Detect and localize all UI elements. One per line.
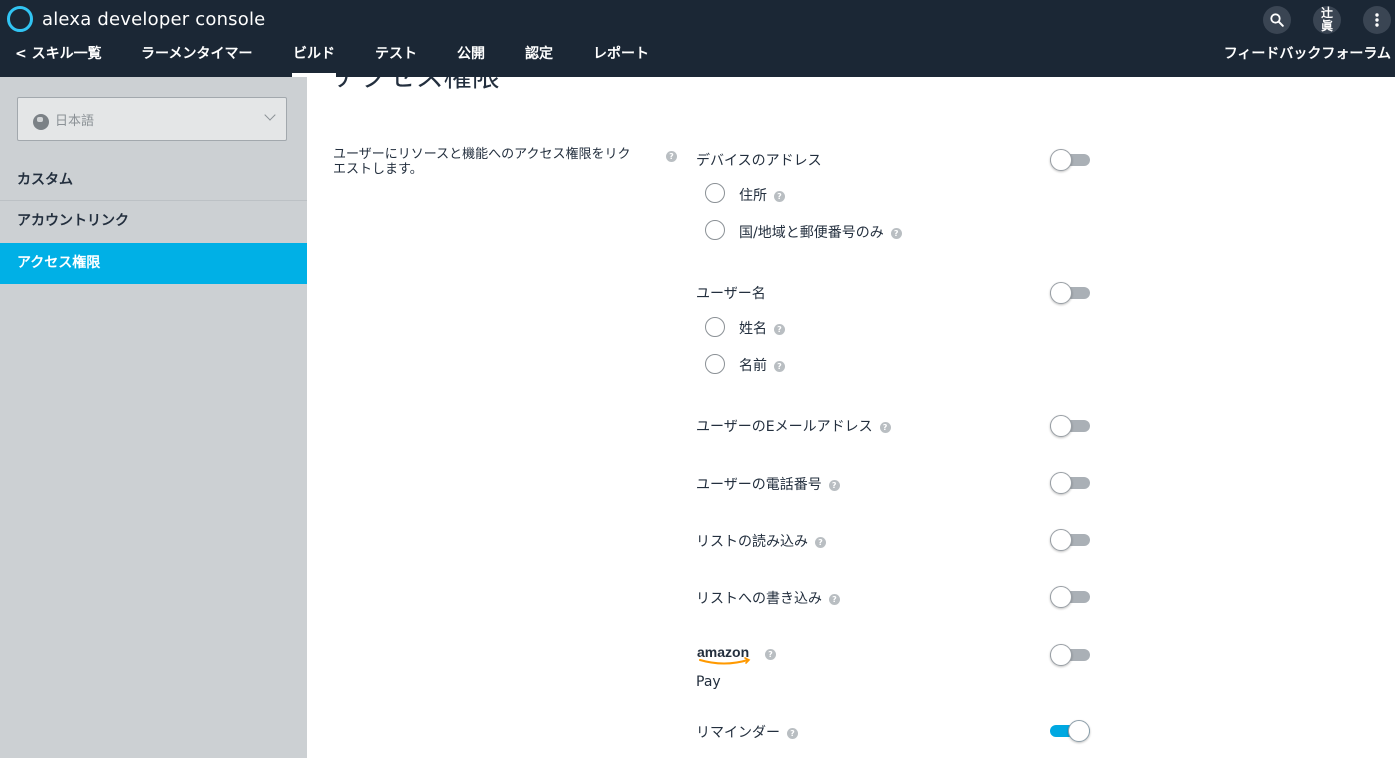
help-icon[interactable]: ?	[815, 537, 826, 548]
help-icon[interactable]: ?	[774, 324, 785, 335]
nav-skill-name[interactable]: ラーメンタイマー	[141, 44, 252, 77]
radio-country-postal-label: 国/地域と郵便番号のみ?	[739, 222, 902, 242]
perm-phone-label: ユーザーの電話番号?	[696, 474, 840, 494]
help-icon[interactable]: ?	[828, 480, 840, 491]
toggle-knob	[1050, 415, 1072, 437]
radio-full-address-label: 住所?	[739, 185, 785, 205]
toggle-knob	[1050, 586, 1072, 608]
more-vertical-icon	[1375, 13, 1379, 27]
amazon-pay-label: Pay	[696, 674, 721, 690]
toggle-knob	[1050, 644, 1072, 666]
globe-icon	[33, 114, 49, 130]
sidebar-item-custom[interactable]: カスタム	[0, 160, 307, 201]
amazon-pay-logo: amazon	[697, 644, 751, 665]
search-icon	[1270, 13, 1284, 27]
nav-tab-report[interactable]: レポート	[593, 44, 649, 77]
nav-back-skill-list[interactable]: < スキル一覧	[15, 44, 102, 77]
toggle-knob	[1050, 529, 1072, 551]
toggle-knob	[1050, 472, 1072, 494]
perm-user-name-label: ユーザー名	[696, 286, 766, 302]
amazon-logo-text: amazon	[697, 644, 749, 660]
help-icon[interactable]: ?	[774, 191, 785, 202]
perm-device-address-toggle[interactable]	[1050, 149, 1090, 171]
sidebar-item-account-linking[interactable]: アカウントリンク	[0, 201, 307, 242]
radio-full-address[interactable]	[705, 183, 725, 203]
perm-list-read-label: リストの読み込み?	[696, 531, 826, 551]
sidebar-item-permissions[interactable]: アクセス権限	[0, 243, 307, 284]
perm-reminders-toggle[interactable]	[1050, 720, 1090, 742]
nav-tab-build[interactable]: ビルド	[292, 44, 336, 77]
help-icon[interactable]: ?	[666, 151, 677, 162]
radio-full-name[interactable]	[705, 317, 725, 337]
feedback-forum-link[interactable]: フィードバックフォーラム	[1224, 44, 1391, 64]
language-select[interactable]: 日本語	[17, 97, 287, 141]
toggle-knob	[1050, 282, 1072, 304]
help-icon[interactable]: ?	[890, 228, 902, 239]
radio-full-name-label: 姓名?	[739, 318, 785, 338]
toggle-knob	[1068, 720, 1090, 742]
perm-phone-toggle[interactable]	[1050, 472, 1090, 494]
chevron-down-icon	[264, 109, 276, 121]
amazon-smile-icon	[699, 659, 749, 665]
main-content: アクセス権限 ユーザーにリソースと機能へのアクセス権限をリクエストします。 ? …	[307, 77, 1395, 758]
nav-tab-publish[interactable]: 公開	[457, 44, 485, 77]
more-menu-button[interactable]	[1363, 6, 1391, 34]
radio-first-name[interactable]	[705, 354, 725, 374]
search-button[interactable]	[1263, 6, 1291, 34]
toggle-knob	[1050, 149, 1072, 171]
radio-first-name-label: 名前?	[739, 355, 785, 375]
top-header: alexa developer console 辻 眞 < スキル一覧 ラーメン…	[0, 0, 1395, 77]
help-icon[interactable]: ?	[774, 361, 785, 372]
app-title[interactable]: alexa developer console	[42, 9, 265, 30]
perm-device-address-label: デバイスのアドレス	[696, 153, 822, 169]
help-icon[interactable]: ?	[765, 649, 776, 660]
help-icon[interactable]: ?	[829, 594, 840, 605]
perm-list-read-toggle[interactable]	[1050, 529, 1090, 551]
perm-list-write-toggle[interactable]	[1050, 586, 1090, 608]
help-icon[interactable]: ?	[879, 422, 891, 433]
avatar-initial-2: 眞	[1320, 19, 1333, 33]
help-icon[interactable]: ?	[787, 728, 798, 739]
perm-email-toggle[interactable]	[1050, 415, 1090, 437]
perm-user-name-toggle[interactable]	[1050, 282, 1090, 304]
alexa-logo-icon[interactable]	[7, 6, 33, 32]
user-avatar-button[interactable]: 辻 眞	[1313, 6, 1341, 34]
perm-list-write-label: リストへの書き込み?	[696, 588, 840, 608]
radio-country-postal[interactable]	[705, 220, 725, 240]
perm-email-label: ユーザーのEメールアドレス?	[696, 416, 891, 436]
perm-reminders-label: リマインダー?	[696, 722, 798, 742]
language-select-value: 日本語	[55, 114, 95, 129]
perm-amazon-pay-toggle[interactable]	[1050, 644, 1090, 666]
permissions-description: ユーザーにリソースと機能へのアクセス権限をリクエストします。	[333, 147, 631, 177]
nav-tab-test[interactable]: テスト	[375, 44, 417, 77]
sidebar: 日本語 カスタム アカウントリンク アクセス権限	[0, 77, 307, 758]
page-title: アクセス権限	[333, 77, 500, 95]
nav-tab-certification[interactable]: 認定	[525, 44, 553, 77]
